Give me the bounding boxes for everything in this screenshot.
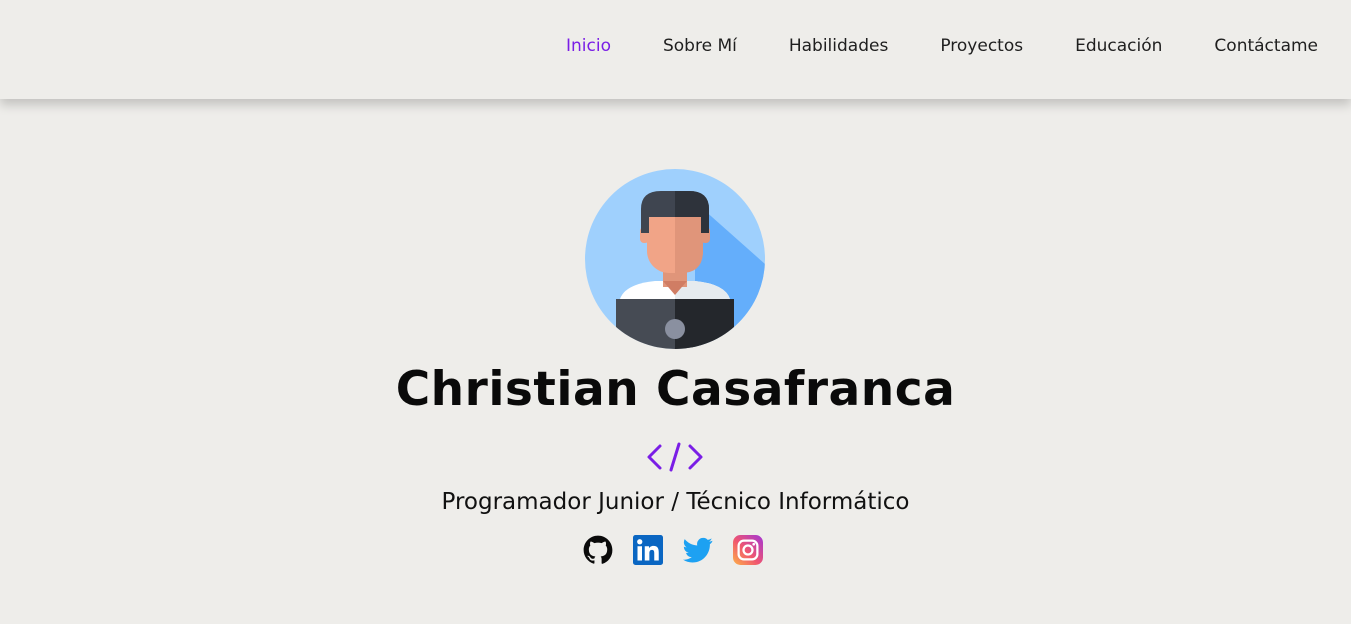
nav-menu: Inicio Sobre Mí Habilidades Proyectos Ed… (566, 36, 1318, 56)
github-icon[interactable] (583, 535, 613, 565)
navbar: Inicio Sobre Mí Habilidades Proyectos Ed… (0, 0, 1351, 99)
hero-name: Christian Casafranca (395, 362, 956, 417)
linkedin-icon[interactable] (633, 535, 663, 565)
nav-link-proyectos[interactable]: Proyectos (940, 36, 1023, 56)
social-links (583, 535, 763, 565)
nav-item-contactame: Contáctame (1214, 36, 1318, 56)
nav-link-inicio[interactable]: Inicio (566, 36, 611, 56)
avatar (585, 169, 765, 349)
nav-link-contactame[interactable]: Contáctame (1214, 36, 1318, 56)
nav-link-sobre-mi[interactable]: Sobre Mí (663, 36, 737, 56)
nav-item-sobre-mi: Sobre Mí (663, 36, 737, 56)
nav-item-inicio: Inicio (566, 36, 611, 56)
hero-role: Programador Junior / Técnico Informático (441, 489, 910, 515)
twitter-icon[interactable] (683, 535, 713, 565)
instagram-icon[interactable] (733, 535, 763, 565)
nav-item-educacion: Educación (1075, 36, 1162, 56)
nav-item-habilidades: Habilidades (789, 36, 888, 56)
hero-section: Christian Casafranca Programador Junior … (0, 99, 1351, 624)
nav-link-educacion[interactable]: Educación (1075, 36, 1162, 56)
code-brackets-icon (647, 442, 703, 472)
nav-item-proyectos: Proyectos (940, 36, 1023, 56)
nav-link-habilidades[interactable]: Habilidades (789, 36, 888, 56)
